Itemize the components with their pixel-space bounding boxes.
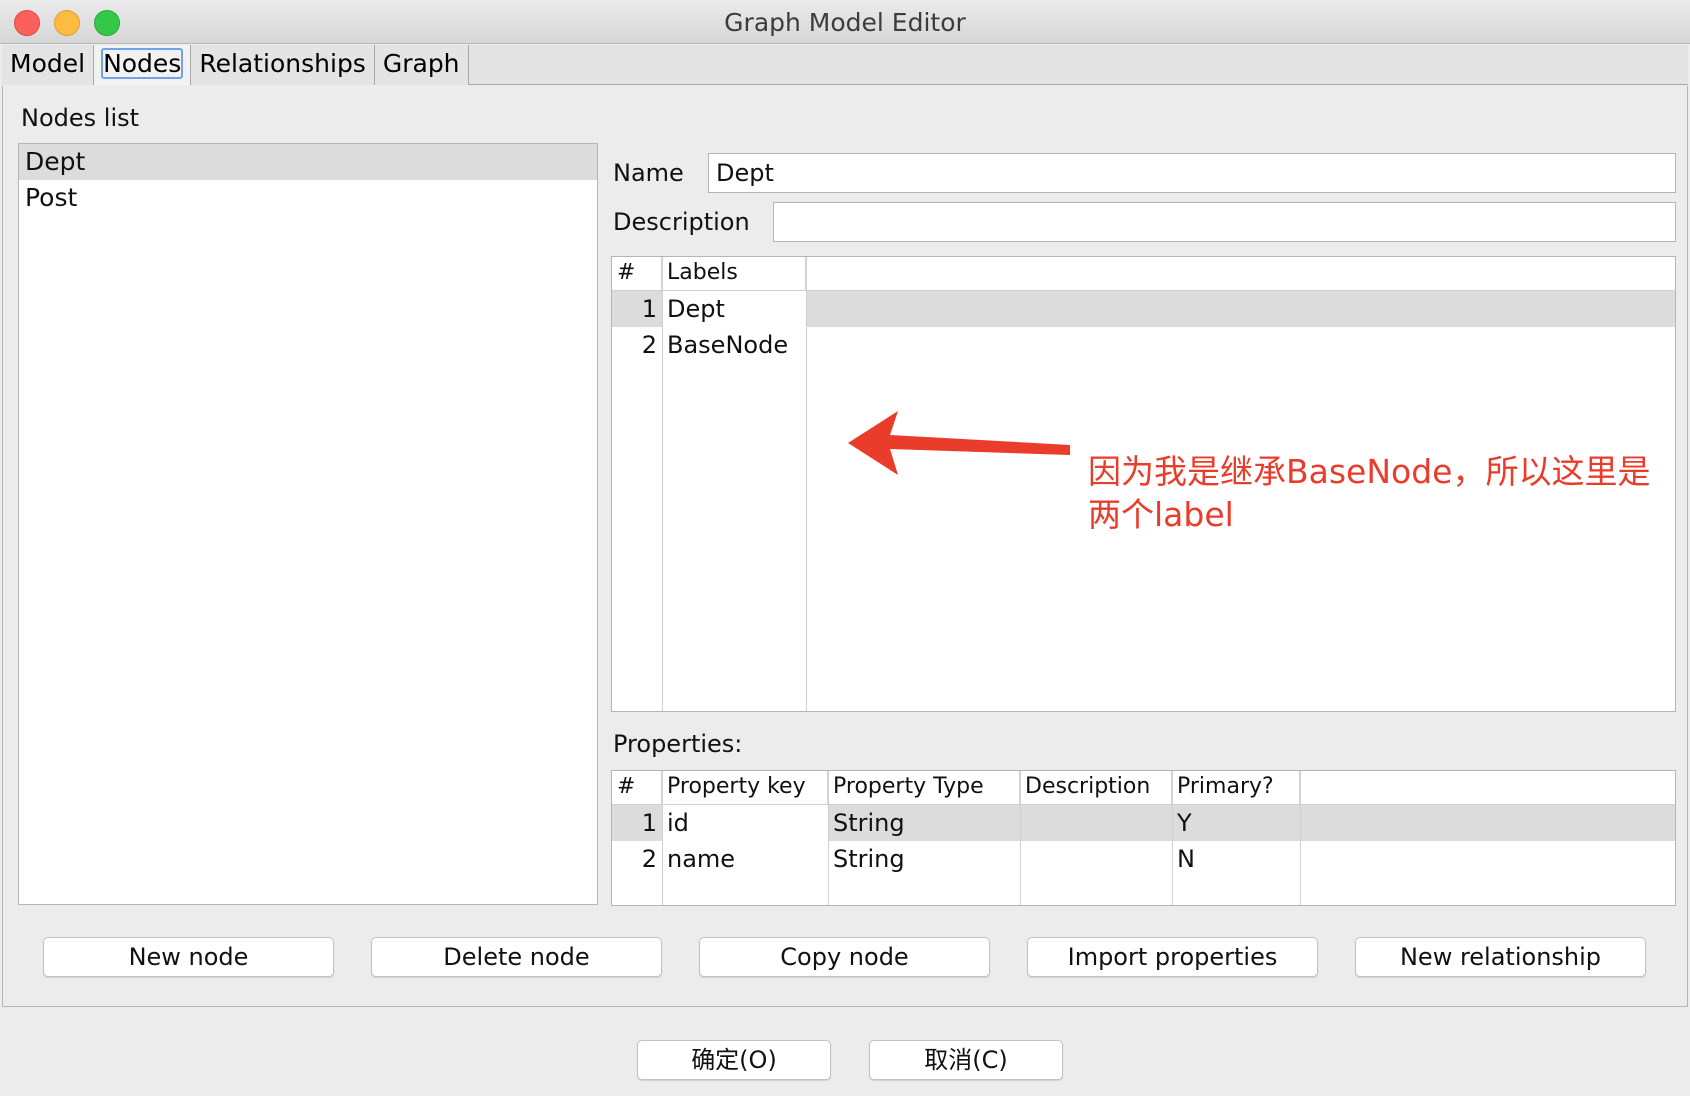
tab-model-label: Model	[10, 49, 86, 78]
annotation-arrow-icon	[848, 411, 1070, 475]
tab-nodes[interactable]: Nodes	[94, 45, 192, 85]
column-header-description[interactable]: Description	[1020, 771, 1172, 804]
label-cell[interactable]: BaseNode	[662, 327, 806, 363]
row-number: 2	[641, 331, 657, 359]
table-row[interactable]: 2 BaseNode	[612, 327, 1675, 363]
column-header-number[interactable]: #	[612, 771, 662, 804]
cancel-button[interactable]: 取消(C)	[869, 1040, 1063, 1080]
column-header-number[interactable]: #	[612, 257, 662, 290]
table-row[interactable]: 1 id String Y	[612, 805, 1675, 841]
row-number: 1	[641, 809, 657, 837]
properties-table[interactable]: # Property key Property Type Description…	[611, 770, 1676, 906]
nodes-list-label: Nodes list	[21, 104, 140, 132]
ok-button[interactable]: 确定(O)	[637, 1040, 831, 1080]
column-header-labels[interactable]: Labels	[662, 257, 806, 290]
new-node-button[interactable]: New node	[43, 937, 334, 977]
property-description-cell[interactable]	[1020, 805, 1172, 841]
annotation-text: 因为我是继承BaseNode，所以这里是两个label	[1088, 452, 1651, 534]
list-item[interactable]: Post	[19, 180, 597, 216]
property-primary-cell[interactable]: N	[1172, 841, 1300, 877]
tab-relationships[interactable]: Relationships	[191, 45, 375, 85]
column-header-property-type[interactable]: Property Type	[828, 771, 1020, 804]
tab-model[interactable]: Model	[2, 45, 95, 85]
new-relationship-button[interactable]: New relationship	[1355, 937, 1646, 977]
tab-relationships-label: Relationships	[199, 49, 366, 78]
name-field[interactable]	[708, 153, 1676, 193]
property-key-cell[interactable]: id	[662, 805, 828, 841]
properties-table-header: # Property key Property Type Description…	[612, 771, 1675, 805]
title-bar: Graph Model Editor	[0, 0, 1690, 44]
import-properties-button[interactable]: Import properties	[1027, 937, 1318, 977]
property-primary-cell[interactable]: Y	[1172, 805, 1300, 841]
property-type-cell[interactable]: String	[828, 841, 1020, 877]
tab-graph-label: Graph	[382, 49, 460, 78]
window-title: Graph Model Editor	[724, 8, 966, 37]
table-row[interactable]: 2 name String N	[612, 841, 1675, 877]
nodes-tab-content: Nodes list Dept Post Name Description # …	[2, 86, 1688, 1007]
tab-bar: Model Nodes Relationships Graph	[2, 45, 1688, 85]
properties-label: Properties:	[613, 730, 743, 758]
tab-graph[interactable]: Graph	[374, 45, 469, 85]
delete-node-button[interactable]: Delete node	[371, 937, 662, 977]
name-label: Name	[613, 159, 684, 187]
row-number: 2	[641, 845, 657, 873]
column-header-property-key[interactable]: Property key	[662, 771, 828, 804]
list-item[interactable]: Dept	[19, 144, 597, 180]
labels-table-header: # Labels	[612, 257, 1675, 291]
label-cell[interactable]: Dept	[662, 291, 806, 327]
table-row[interactable]: 1 Dept	[612, 291, 1675, 327]
copy-node-button[interactable]: Copy node	[699, 937, 990, 977]
description-label: Description	[613, 208, 750, 236]
property-type-cell[interactable]: String	[828, 805, 1020, 841]
nodes-list[interactable]: Dept Post	[18, 143, 598, 905]
property-key-cell[interactable]: name	[662, 841, 828, 877]
description-field[interactable]	[773, 202, 1676, 242]
tab-nodes-label: Nodes	[101, 48, 184, 79]
column-header-primary[interactable]: Primary?	[1172, 771, 1300, 804]
row-number: 1	[641, 295, 657, 323]
property-description-cell[interactable]	[1020, 841, 1172, 877]
